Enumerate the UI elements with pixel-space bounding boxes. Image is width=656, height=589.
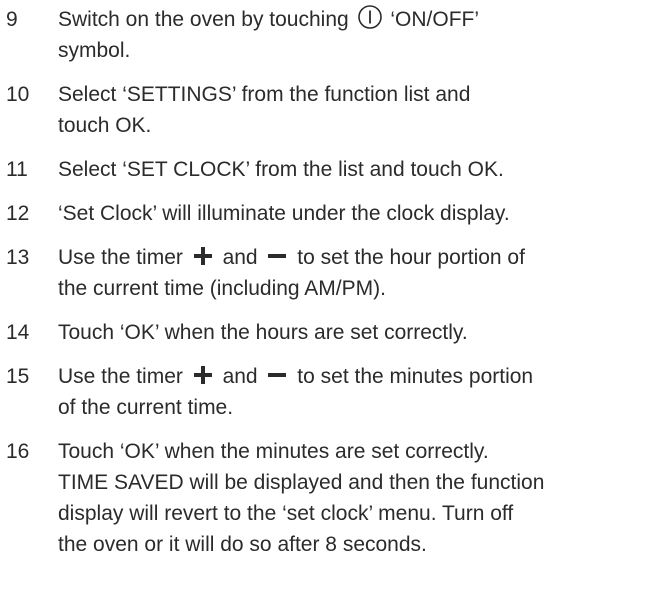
step-text-line: TIME SAVED will be displayed and then th… <box>58 471 545 494</box>
minus-icon <box>268 254 287 258</box>
step-number: 9 <box>6 8 18 31</box>
plus-icon <box>193 366 212 384</box>
minus-icon <box>268 373 287 377</box>
step-text: Select ‘SET CLOCK’ from the list and tou… <box>58 154 656 185</box>
step-11: 11 Select ‘SET CLOCK’ from the list and … <box>0 154 656 185</box>
step-text-part: Use the timer <box>58 365 183 388</box>
step-text-line: Touch ‘OK’ when the hours are set correc… <box>58 321 468 344</box>
step-14: 14 Touch ‘OK’ when the hours are set cor… <box>0 317 656 348</box>
step-text-line: touch OK. <box>58 114 152 137</box>
step-13: 13 Use the timer and to set the hour por… <box>0 242 656 304</box>
step-text-line: symbol. <box>58 39 131 62</box>
step-text-line: Select ‘SETTINGS’ from the function list… <box>58 83 471 106</box>
step-text-line: Select ‘SET CLOCK’ from the list and tou… <box>58 158 504 181</box>
step-text: Touch ‘OK’ when the minutes are set corr… <box>58 436 656 560</box>
step-text-part: ‘ON/OFF’ <box>390 8 480 31</box>
plus-icon <box>193 247 212 265</box>
step-number: 16 <box>6 440 30 463</box>
step-text-line: the current time (including AM/PM). <box>58 277 386 300</box>
step-16: 16 Touch ‘OK’ when the minutes are set c… <box>0 436 656 560</box>
step-text: ‘Set Clock’ will illuminate under the cl… <box>58 198 656 229</box>
step-text-line: of the current time. <box>58 396 234 419</box>
instruction-steps: 9 Switch on the oven by touching ‘ON/OFF… <box>0 4 656 573</box>
power-icon <box>357 5 382 29</box>
step-9: 9 Switch on the oven by touching ‘ON/OFF… <box>0 4 656 66</box>
step-12: 12 ‘Set Clock’ will illuminate under the… <box>0 198 656 229</box>
step-text-part: and <box>222 365 258 388</box>
step-text: Select ‘SETTINGS’ from the function list… <box>58 79 656 141</box>
step-text-part: and <box>222 246 258 269</box>
step-text: Touch ‘OK’ when the hours are set correc… <box>58 317 656 348</box>
step-text-part: Switch on the oven by touching <box>58 8 349 31</box>
step-number: 14 <box>6 321 30 344</box>
step-text-line: display will revert to the ‘set clock’ m… <box>58 502 514 525</box>
step-text: Switch on the oven by touching ‘ON/OFF’ … <box>58 4 656 66</box>
step-number: 10 <box>6 83 30 106</box>
step-number: 13 <box>6 246 30 269</box>
step-number: 15 <box>6 365 30 388</box>
step-text-part: to set the hour portion of <box>297 246 525 269</box>
step-text-line: the oven or it will do so after 8 second… <box>58 533 427 556</box>
step-text-line: Touch ‘OK’ when the minutes are set corr… <box>58 440 489 463</box>
step-text-part: to set the minutes portion <box>297 365 534 388</box>
step-text: Use the timer and to set the minutes por… <box>58 361 656 423</box>
step-number: 12 <box>6 202 30 225</box>
step-15: 15 Use the timer and to set the minutes … <box>0 361 656 423</box>
step-text-line: ‘Set Clock’ will illuminate under the cl… <box>58 202 510 225</box>
step-number: 11 <box>6 158 28 181</box>
step-text-part: Use the timer <box>58 246 183 269</box>
step-10: 10 Select ‘SETTINGS’ from the function l… <box>0 79 656 141</box>
step-text: Use the timer and to set the hour portio… <box>58 242 656 304</box>
